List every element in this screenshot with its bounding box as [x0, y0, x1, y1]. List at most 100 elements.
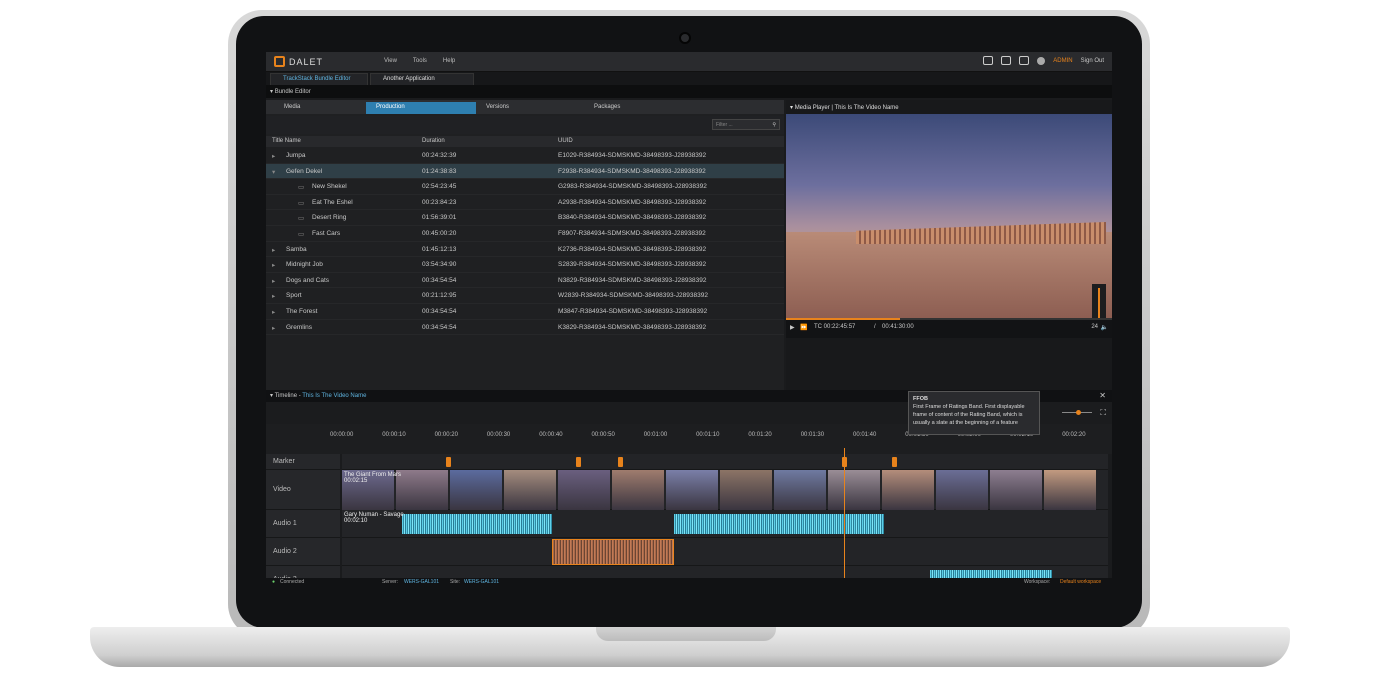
clip-icon: ▭	[298, 184, 305, 192]
row-duration: 03:54:34:90	[422, 261, 457, 269]
tab-packages[interactable]: Packages	[584, 102, 630, 114]
row-duration: 02:54:23:45	[422, 183, 457, 191]
marker-flag[interactable]	[618, 457, 623, 467]
track-label[interactable]: Audio 2	[266, 538, 340, 566]
tab-production[interactable]: Production	[366, 102, 476, 114]
track-lane[interactable]	[342, 454, 1108, 470]
chat-icon[interactable]	[983, 56, 994, 65]
close-icon[interactable]: ✕	[1099, 391, 1106, 400]
track-label[interactable]: Video	[266, 470, 340, 510]
track-lane[interactable]: Gary Numan - Savage 00:02:10	[342, 510, 1108, 538]
track-label[interactable]: Marker	[266, 454, 340, 470]
expand-icon[interactable]: ▾	[272, 168, 275, 176]
video-frame[interactable]	[786, 114, 1112, 318]
marker-flag[interactable]	[892, 457, 897, 467]
video-thumbnail	[882, 470, 934, 510]
tab-media[interactable]: Media	[274, 102, 310, 114]
tab-versions[interactable]: Versions	[476, 102, 519, 114]
table-row[interactable]: ▸ Sport 00:21:12:95 W2839-R384934-SDMSKMD-3…	[266, 288, 784, 304]
row-duration: 01:56:39:01	[422, 214, 457, 222]
expand-icon[interactable]: ▸	[272, 308, 275, 316]
cart-icon[interactable]	[1001, 56, 1012, 65]
ruler-tick-label: 00:01:10	[696, 432, 720, 438]
playhead[interactable]	[844, 448, 845, 586]
filter-input[interactable]: Filter ... ⚲	[712, 119, 780, 130]
tab-trackstack[interactable]: TrackStack Bundle Editor	[270, 73, 368, 85]
video-thumbnail	[828, 470, 880, 510]
table-row[interactable]: ▭ New Shekel 02:54:23:45 G2983-R384934-SDMS…	[266, 179, 784, 195]
menu-help[interactable]: Help	[443, 58, 455, 64]
table-row[interactable]: ▸ Gremlins 00:34:54:54 K3829-R384934-SDMSKM…	[266, 320, 784, 336]
audio-clip[interactable]	[674, 514, 884, 534]
audio-clip-selected[interactable]	[552, 539, 674, 565]
clip-icon: ▭	[298, 215, 305, 223]
marker-flag[interactable]	[576, 457, 581, 467]
fast-forward-icon[interactable]: ⏩	[800, 324, 807, 331]
expand-icon[interactable]: ▸	[272, 152, 275, 160]
table-row[interactable]: ▾ Gefen Dekel 01:24:38:83 F2938-R384934-SDM…	[266, 163, 784, 180]
table-row[interactable]: ▸ Samba 01:45:12:13 K2736-R384934-SDMSKMD-3…	[266, 242, 784, 258]
track-label[interactable]: Audio 1	[266, 510, 340, 538]
ruler-tick-label: 00:02:20	[1062, 432, 1086, 438]
video-thumbnail	[450, 470, 502, 510]
zoom-slider[interactable]	[1062, 410, 1092, 415]
row-title: Gefen Dekel	[286, 167, 323, 175]
col-title[interactable]: Title Name	[272, 138, 301, 144]
sign-out-link[interactable]: Sign Out	[1081, 58, 1104, 64]
video-thumbnail	[990, 470, 1042, 510]
site-value[interactable]: WERS-GAL101	[464, 579, 499, 585]
tab-another-app[interactable]: Another Application	[370, 73, 474, 85]
marker-flag[interactable]	[446, 457, 451, 467]
expand-icon[interactable]: ▸	[272, 277, 275, 285]
row-duration: 00:34:54:54	[422, 276, 457, 284]
user-icon[interactable]	[1037, 56, 1046, 65]
audio-clip[interactable]	[402, 514, 552, 534]
volume-slider[interactable]	[1092, 284, 1106, 318]
row-title: Dogs and Cats	[286, 276, 329, 284]
ruler-tick-label: 00:01:30	[800, 432, 825, 438]
volume-value: 24	[1091, 324, 1098, 330]
menu-tools[interactable]: Tools	[413, 58, 427, 64]
media-browser: Media Production Versions Packages Filte…	[266, 100, 784, 390]
panel-tabs: Media Production Versions Packages	[266, 100, 784, 114]
col-uuid[interactable]: UUID	[558, 138, 573, 144]
audio-clip-label: Gary Numan - Savage 00:02:10	[344, 512, 404, 524]
expand-icon[interactable]: ▸	[272, 246, 275, 254]
track-lane[interactable]	[342, 538, 1108, 566]
fit-icon[interactable]: ⛶	[1100, 408, 1106, 418]
row-duration: 00:21:12:95	[422, 292, 457, 300]
row-uuid: F8907-R384934-SDMSKMD-38498393-J28938392	[558, 230, 706, 237]
home-icon[interactable]	[1019, 56, 1030, 65]
table-row[interactable]: ▸ Midnight Job 03:54:34:90 S2839-R384934-SD…	[266, 257, 784, 273]
dalet-logo-icon	[274, 56, 285, 67]
audio-clip-time: 00:02:10	[344, 518, 368, 524]
workspace-value[interactable]: Default workspace	[1060, 579, 1101, 585]
user-name[interactable]: ADMIN	[1053, 58, 1072, 64]
play-icon[interactable]: ▶	[790, 324, 795, 331]
row-title: Desert Ring	[312, 214, 347, 222]
track-lane[interactable]: The Giant From Mars 00:02:15	[342, 470, 1108, 510]
media-player: ▾ Media Player | This Is The Video Name …	[786, 100, 1112, 390]
progress-track[interactable]	[786, 318, 1112, 320]
tooltip-title: FFOB	[913, 396, 928, 402]
expand-icon[interactable]: ▸	[272, 292, 275, 300]
server-value[interactable]: WERS-GAL101	[404, 579, 439, 585]
media-player-label: Media Player	[794, 105, 830, 111]
table-row[interactable]: ▸ The Forest 00:34:54:54 M3847-R384934-SDMS…	[266, 304, 784, 320]
table-row[interactable]: ▭ Desert Ring 01:56:39:01 B3840-R384934-SDM…	[266, 210, 784, 226]
table-row[interactable]: ▭ Fast Cars 00:45:00:20 F8907-R384934-SDMSK…	[266, 226, 784, 242]
menu-view[interactable]: View	[384, 58, 397, 64]
table-row[interactable]: ▭ Eat The Eshel 00:23:84:23 A2938-R384934-S…	[266, 195, 784, 211]
table-row[interactable]: ▸ Dogs and Cats 00:34:54:54 N3829-R384934-S…	[266, 273, 784, 289]
expand-icon[interactable]: ▸	[272, 324, 275, 332]
video-thumbnail	[666, 470, 718, 510]
timecode: TC 00:22:45:57	[814, 324, 856, 330]
volume-icon[interactable]: 🔈	[1101, 324, 1108, 331]
ruler-tick-label: 00:00:50	[591, 432, 615, 438]
col-duration[interactable]: Duration	[422, 138, 445, 144]
row-title: Samba	[286, 245, 307, 253]
row-title: The Forest	[286, 308, 318, 315]
table-row[interactable]: ▸ Jumpa 00:24:32:39 E1029-R384934-SDMSKMD-3…	[266, 148, 784, 164]
expand-icon[interactable]: ▸	[272, 261, 275, 269]
search-icon[interactable]: ⚲	[772, 122, 776, 128]
